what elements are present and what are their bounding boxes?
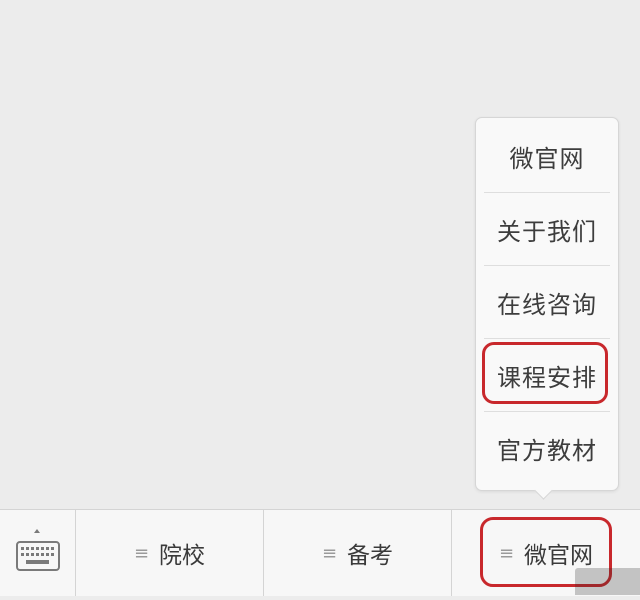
tab-label: 备考 [347,543,394,569]
menu-lines-icon: ≡ [321,542,338,564]
watermark [575,568,640,595]
menu-item-label: 官方教材 [497,437,597,465]
tab-label: 院校 [159,543,206,569]
tab-exam-prep[interactable]: ≡ 备考 [264,510,452,596]
menu-lines-icon: ≡ [133,542,150,564]
menu-item-official-materials[interactable]: 官方教材 [484,412,610,485]
tab-schools[interactable]: ≡ 院校 [76,510,264,596]
keyboard-icon [16,529,60,571]
menu-item-label: 关于我们 [497,218,597,246]
menu-item-online-consult[interactable]: 在线咨询 [484,266,610,339]
menu-item-about-us[interactable]: 关于我们 [484,193,610,266]
annotation-highlight-course-schedule [482,342,608,404]
keyboard-toggle-button[interactable] [0,510,76,596]
submenu-popup: 微官网 关于我们 在线咨询 课程安排 官方教材 [475,117,619,491]
menu-item-micro-site[interactable]: 微官网 [484,120,610,193]
menu-item-label: 在线咨询 [497,291,597,319]
menu-item-label: 微官网 [509,145,585,173]
